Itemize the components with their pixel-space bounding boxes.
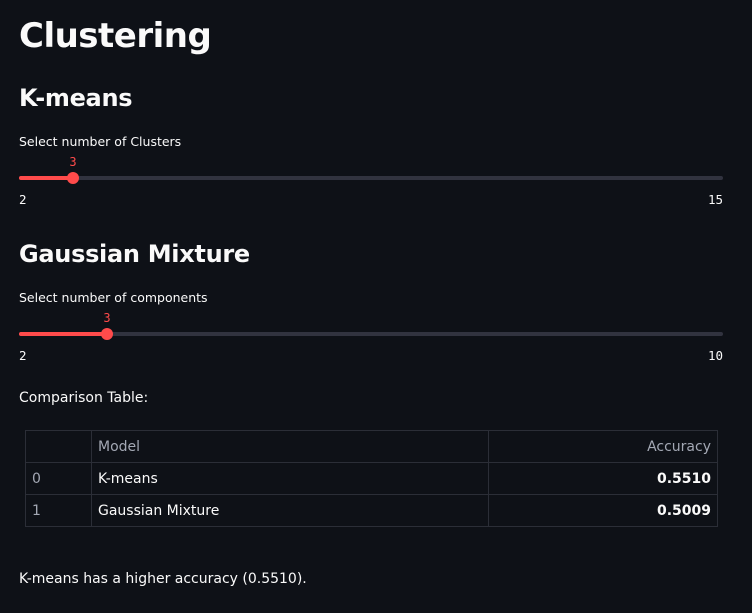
- slider-track[interactable]: [19, 176, 723, 180]
- column-header-accuracy[interactable]: Accuracy: [488, 430, 718, 463]
- kmeans-clusters-slider[interactable]: 3 2 15: [19, 155, 723, 207]
- row-accuracy: 0.5510: [488, 462, 718, 495]
- slider-fill: [19, 176, 73, 180]
- slider-thumb[interactable]: [67, 172, 79, 184]
- table-row: 0 K-means 0.5510: [25, 462, 718, 495]
- slider-current-value: 3: [69, 155, 77, 169]
- table-header-row: Model Accuracy: [25, 430, 718, 463]
- slider-max-label: 15: [707, 192, 723, 207]
- slider-min-label: 2: [19, 192, 27, 207]
- row-index: 1: [25, 494, 92, 527]
- page-title: Clustering: [19, 16, 212, 56]
- kmeans-slider-label: Select number of Clusters: [19, 134, 182, 149]
- row-model: Gaussian Mixture: [91, 494, 489, 527]
- comparison-table: Model Accuracy 0 K-means 0.5510 1 Gaussi…: [25, 430, 718, 527]
- row-model: K-means: [91, 462, 489, 495]
- row-index: 0: [25, 462, 92, 495]
- app-page: Clustering K-means Select number of Clus…: [0, 0, 752, 613]
- slider-max-label: 10: [707, 348, 723, 363]
- column-header-index[interactable]: [25, 430, 92, 463]
- gmm-slider-label: Select number of components: [19, 290, 208, 305]
- gmm-header: Gaussian Mixture: [19, 240, 250, 268]
- row-accuracy: 0.5009: [488, 494, 718, 527]
- column-header-model[interactable]: Model: [91, 430, 489, 463]
- comparison-caption: Comparison Table:: [19, 390, 149, 406]
- slider-thumb[interactable]: [101, 328, 113, 340]
- slider-track[interactable]: [19, 332, 723, 336]
- gmm-components-slider[interactable]: 3 2 10: [19, 311, 723, 363]
- result-text: K-means has a higher accuracy (0.5510).: [19, 571, 307, 587]
- slider-fill: [19, 332, 107, 336]
- slider-current-value: 3: [103, 311, 111, 325]
- table-row: 1 Gaussian Mixture 0.5009: [25, 494, 718, 527]
- slider-min-label: 2: [19, 348, 27, 363]
- kmeans-header: K-means: [19, 84, 133, 112]
